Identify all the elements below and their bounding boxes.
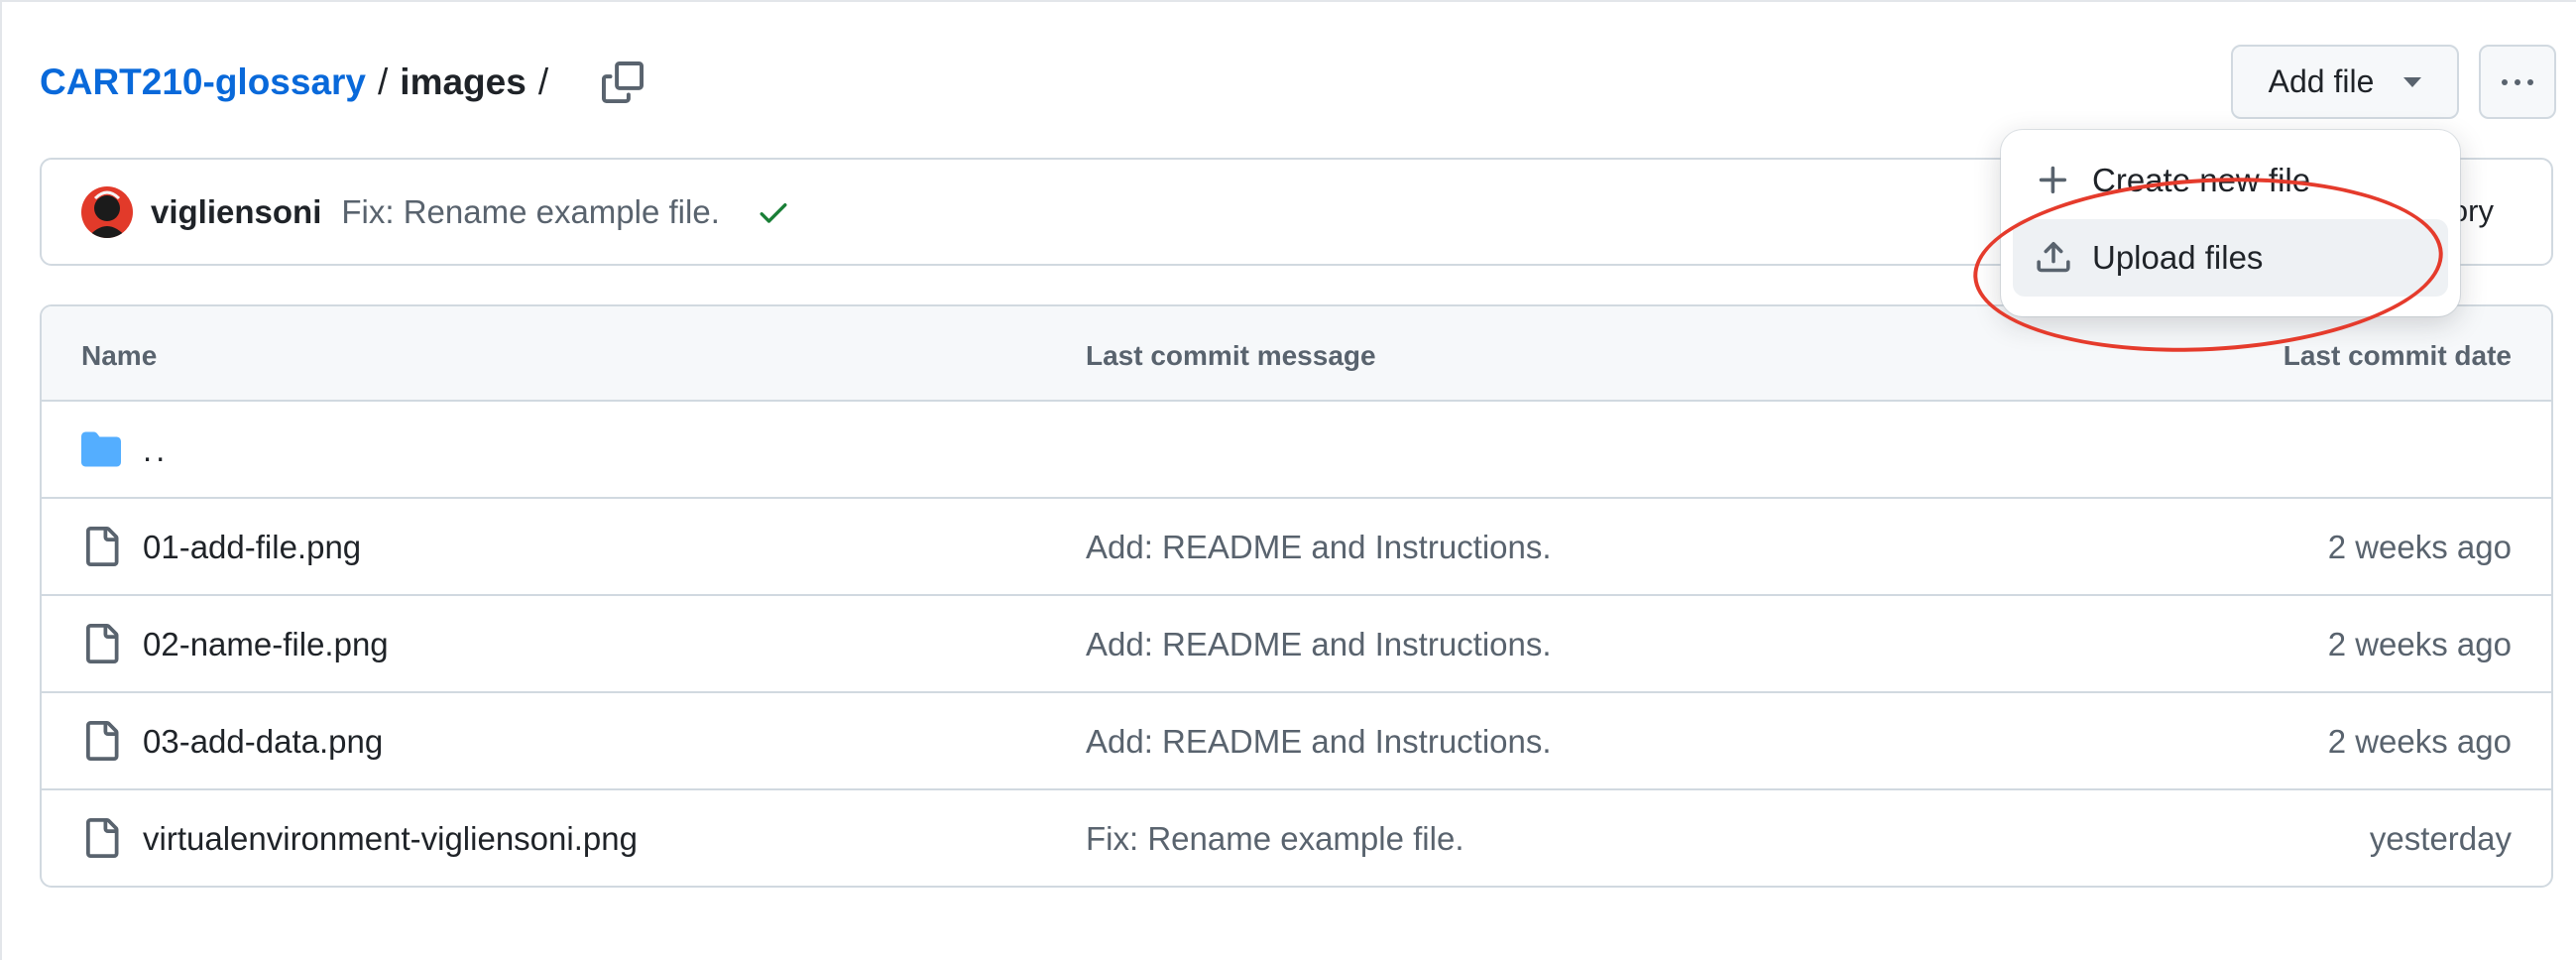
add-file-button[interactable]: Add file bbox=[2231, 45, 2459, 119]
file-commit-message-link[interactable]: Add: README and Instructions. bbox=[1086, 723, 1552, 761]
breadcrumb-current-folder: images bbox=[400, 61, 527, 102]
file-commit-date: 2 weeks ago bbox=[2327, 529, 2512, 565]
more-options-button[interactable] bbox=[2479, 45, 2556, 119]
check-icon bbox=[760, 202, 787, 223]
menu-item-upload-files[interactable]: Upload files bbox=[2013, 219, 2448, 297]
copy-icon bbox=[602, 61, 644, 103]
file-name-link[interactable]: 01-add-file.png bbox=[143, 529, 361, 566]
file-name-link[interactable]: 03-add-data.png bbox=[143, 723, 383, 761]
column-header-commit-message: Last commit message bbox=[1086, 340, 1376, 371]
file-table: Name Last commit message Last commit dat… bbox=[40, 304, 2553, 888]
file-commit-message-link[interactable]: Add: README and Instructions. bbox=[1086, 626, 1552, 663]
file-icon bbox=[86, 721, 119, 761]
menu-item-label: Create new file bbox=[2092, 162, 2311, 198]
breadcrumb-separator: / bbox=[378, 61, 389, 102]
file-name-link[interactable]: 02-name-file.png bbox=[143, 626, 389, 663]
file-commit-date: yesterday bbox=[2369, 820, 2512, 857]
copy-path-button[interactable] bbox=[598, 58, 647, 107]
breadcrumb: CART210-glossary / images / bbox=[40, 58, 647, 107]
table-row: virtualenvironment-vigliensoni.png Fix: … bbox=[42, 790, 2551, 886]
top-divider bbox=[0, 0, 2576, 4]
table-header: Name Last commit message Last commit dat… bbox=[42, 306, 2551, 402]
file-icon bbox=[86, 624, 119, 663]
menu-item-create-new-file[interactable]: Create new file bbox=[2013, 142, 2448, 219]
file-icon bbox=[86, 818, 119, 858]
column-header-name: Name bbox=[81, 340, 158, 371]
file-commit-date: 2 weeks ago bbox=[2327, 723, 2512, 760]
chevron-down-icon bbox=[2403, 76, 2422, 87]
upload-icon bbox=[2037, 241, 2070, 273]
file-commit-message-link[interactable]: Add: README and Instructions. bbox=[1086, 529, 1552, 566]
table-row: 01-add-file.png Add: README and Instruct… bbox=[42, 499, 2551, 596]
file-commit-message-link[interactable]: Fix: Rename example file. bbox=[1086, 820, 1464, 858]
folder-icon bbox=[81, 431, 121, 467]
file-commit-date: 2 weeks ago bbox=[2327, 626, 2512, 662]
breadcrumb-repo-link[interactable]: CART210-glossary bbox=[40, 61, 366, 103]
commit-message-link[interactable]: Fix: Rename example file. bbox=[341, 193, 719, 231]
parent-directory-row[interactable]: .. bbox=[42, 402, 2551, 499]
avatar[interactable] bbox=[81, 185, 133, 238]
column-header-commit-date: Last commit date bbox=[2283, 340, 2512, 371]
table-row: 03-add-data.png Add: README and Instruct… bbox=[42, 693, 2551, 790]
parent-directory-link[interactable]: .. bbox=[143, 431, 169, 469]
file-name-link[interactable]: virtualenvironment-vigliensoni.png bbox=[143, 820, 638, 858]
commit-author-link[interactable]: vigliensoni bbox=[151, 193, 321, 231]
kebab-dot-icon bbox=[2502, 78, 2508, 85]
left-divider bbox=[0, 0, 2, 960]
file-icon bbox=[86, 527, 119, 566]
kebab-dot-icon bbox=[2527, 78, 2533, 85]
kebab-dot-icon bbox=[2515, 78, 2520, 85]
plus-icon bbox=[2039, 166, 2067, 194]
add-file-dropdown-menu: Create new file Upload files bbox=[2001, 130, 2460, 316]
add-file-label: Add file bbox=[2268, 63, 2375, 99]
menu-item-label: Upload files bbox=[2092, 239, 2264, 276]
breadcrumb-trailing-separator: / bbox=[537, 61, 549, 102]
table-row: 02-name-file.png Add: README and Instruc… bbox=[42, 596, 2551, 693]
